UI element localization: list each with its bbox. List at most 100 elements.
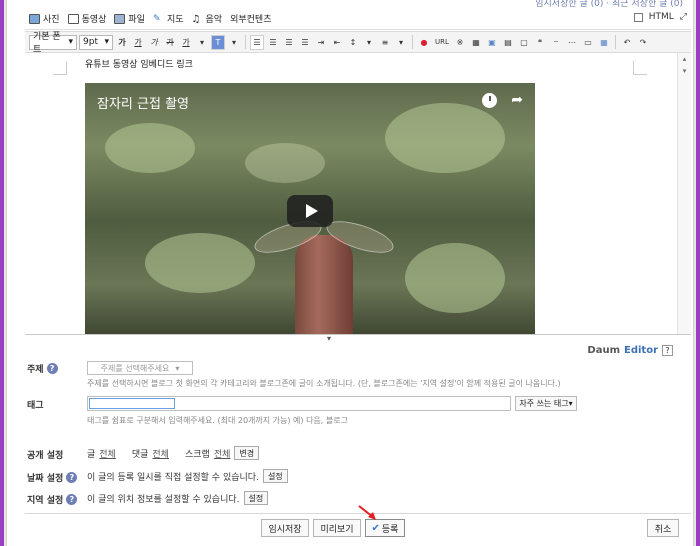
attach-photo-button[interactable]: 사진 [29,12,60,25]
watch-later-icon[interactable] [482,93,498,108]
list-icon[interactable]: ≡ [378,35,392,50]
attach-file-button[interactable]: 파일 [114,12,145,25]
region-label: 지역 설정 [27,496,64,506]
editor-page: 임시저장한 글 (0) · 최근 저장한 글 (0) 사진 동영상 파일 ✎ 지… [6,0,694,546]
layout-icon[interactable]: ▭ [581,35,595,50]
public-change-button[interactable]: 변경 [234,446,260,460]
chevron-down-icon: ▾ [568,399,573,408]
chevron-down-icon[interactable]: ▾ [394,35,408,50]
attach-external-button[interactable]: 외부컨텐츠 [230,12,271,25]
editor-resize-handle[interactable]: ▾ [327,334,331,343]
attach-music-button[interactable]: ♫ 음악 [191,12,223,26]
line-height-icon[interactable]: ↕ [346,35,360,50]
chevron-down-icon[interactable]: ▾ [227,35,241,50]
html-checkbox[interactable] [633,12,643,22]
background-icon[interactable]: ▤ [501,35,515,50]
align-right-icon[interactable]: ☰ [282,35,296,50]
public-scrap-value[interactable]: 전체 [214,447,231,460]
scroll-up-icon[interactable]: ▴ [678,55,691,63]
tag-input[interactable] [87,396,511,411]
gallery-icon[interactable]: ▦ [597,35,611,50]
public-post-name: 글 [87,449,96,460]
play-button[interactable] [287,195,333,227]
youtube-embed[interactable]: 잠자리 근접 촬영 ➦ [85,83,535,334]
video-frame-foliage [405,243,505,313]
photo-icon [29,13,40,24]
attach-photo-label: 사진 [43,15,60,25]
temp-save-button[interactable]: 임시저장 [261,519,309,537]
font-size-select[interactable]: 9pt ▾ [79,34,113,50]
margin-guide-right [633,61,647,75]
expand-icon[interactable]: ⤢ [680,12,687,22]
indent-icon[interactable]: ⇥ [314,35,328,50]
brand-daum: Daum [587,345,620,356]
video-title[interactable]: 잠자리 근접 촬영 [97,93,189,112]
attach-toolbar: 사진 동영상 파일 ✎ 지도 ♫ 음악 외부컨텐츠 HTML ⤢ [25,8,691,30]
scroll-down-icon[interactable]: ▾ [678,67,691,75]
undo-icon[interactable]: ↶ [620,35,634,50]
help-icon[interactable]: ? [662,345,673,356]
editor-caption-text[interactable]: 유튜브 동영상 임베디드 링크 [85,57,193,70]
image-box-icon[interactable]: ▣ [485,35,499,50]
align-justify-icon[interactable]: ☰ [298,35,312,50]
date-label-row: 날짜 설정 ? [27,471,78,484]
attach-external-label: 외부컨텐츠 [230,15,272,25]
outdent-icon[interactable]: ⇤ [330,35,344,50]
chevron-down-icon[interactable]: ▾ [195,35,209,50]
attach-map-button[interactable]: ✎ 지도 [153,12,184,26]
special-char-icon[interactable]: ※ [453,35,467,50]
more-icon[interactable]: ⋯ [565,35,579,50]
chevron-down-icon[interactable]: ▾ [362,35,376,50]
tag-hint: 태그를 쉼표로 구분해서 입력해주세요. (최대 20개까지 가능) 예) 다음… [87,416,348,425]
font-family-select[interactable]: 기본 폰트 ▾ [29,32,77,55]
window-border-left [0,0,4,546]
region-label-row: 지역 설정 ? [27,493,78,506]
public-settings: 글 전체 댓글 전체 스크랩 전체 변경 [87,446,260,460]
align-center-icon[interactable]: ☰ [266,35,280,50]
editor-canvas[interactable]: 유튜브 동영상 임베디드 링크 잠자리 근접 촬영 ➦ ▴ ▾ [25,53,691,335]
emoticon-icon[interactable]: ● [417,35,431,50]
video-icon [67,13,79,24]
help-icon[interactable]: ? [46,363,58,374]
public-comment-value[interactable]: 전체 [152,447,169,460]
cancel-button[interactable]: 취소 [647,519,679,537]
video-frame-foliage [245,143,325,183]
public-post-value[interactable]: 전체 [99,447,116,460]
chevron-down-icon: ▾ [104,37,109,47]
share-icon[interactable]: ➦ [511,93,523,108]
editor-scrollbar[interactable]: ▴ ▾ [677,53,691,334]
subject-select[interactable]: 주제를 선택해주세요 ▾ [87,361,193,375]
chevron-down-icon: ▾ [175,363,180,373]
video-frame-foliage [385,103,505,173]
font-size-value: 9pt [83,37,98,47]
underline-button[interactable]: 가 [131,35,145,50]
help-icon[interactable]: ? [66,472,78,483]
attach-video-button[interactable]: 동영상 [67,12,106,25]
align-left-icon[interactable]: ☰ [250,34,264,50]
date-set-button[interactable]: 설정 [262,469,288,483]
frequent-tags-button[interactable]: 자주 쓰는 태그 ▾ [515,396,577,411]
daum-editor-brand: Daum Editor ? [587,345,673,356]
music-icon: ♫ [191,13,201,25]
font-family-value: 기본 폰트 [33,32,61,55]
link-button[interactable]: URL [433,35,451,50]
divider-icon[interactable]: ⎯ [549,35,563,50]
text-box-icon[interactable]: ▢ [517,35,531,50]
frequent-tags-label: 자주 쓰는 태그 [519,399,569,408]
region-set-button[interactable]: 설정 [243,491,269,505]
table-icon[interactable]: ▦ [469,35,483,50]
tag-label-row: 태그 [27,398,44,411]
help-icon[interactable]: ? [66,494,78,505]
video-frame-post [295,235,353,334]
highlight-button[interactable]: T [211,34,225,50]
html-label: HTML [648,12,674,22]
strike-button[interactable]: 가 [163,35,177,50]
quote-icon[interactable]: ❝ [533,35,547,50]
font-color-button[interactable]: 가 [179,35,193,50]
public-scrap-name: 스크랩 [184,449,210,460]
redo-icon[interactable]: ↷ [636,35,650,50]
html-toggle-group: HTML ⤢ [633,12,687,22]
italic-button[interactable]: 가 [147,35,161,50]
bold-button[interactable]: 가 [115,35,129,50]
preview-button[interactable]: 미리보기 [313,519,361,537]
